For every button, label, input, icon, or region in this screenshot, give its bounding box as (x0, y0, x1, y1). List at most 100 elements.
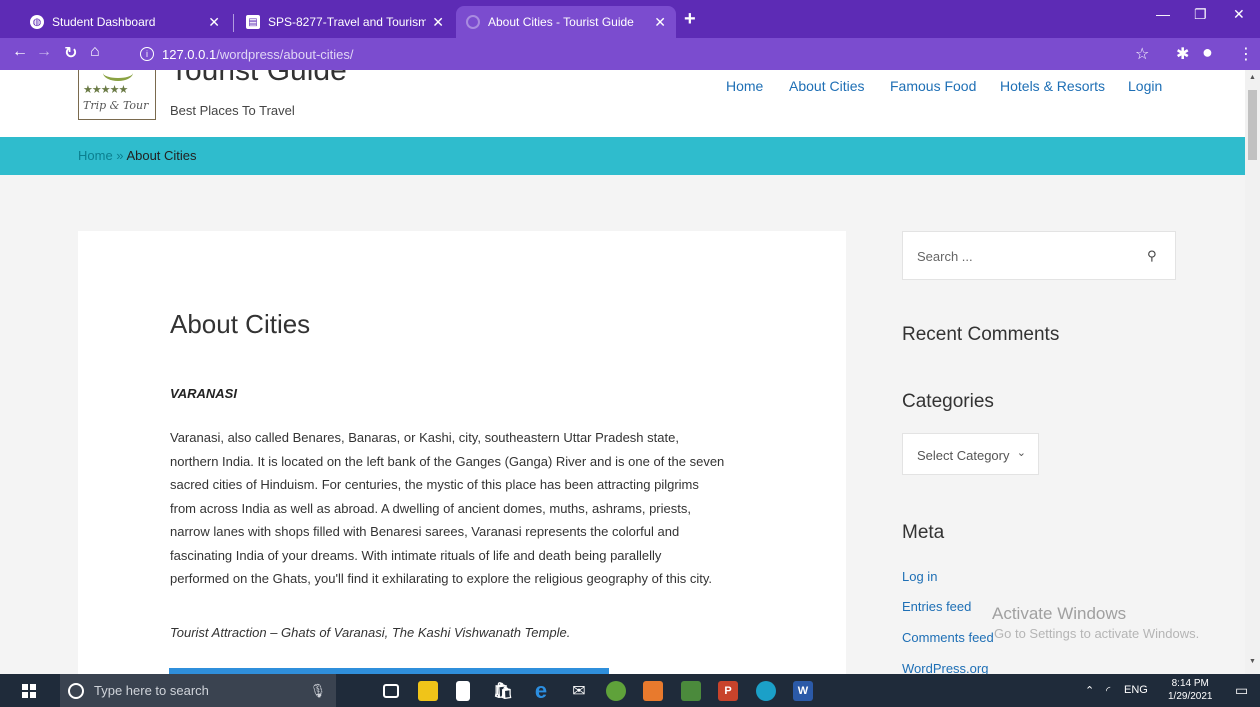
site-header: ★★★★★ Trip & Tour Tourist Guide Best Pla… (0, 70, 1245, 137)
tab-about-cities[interactable]: About Cities - Tourist Guide ✕ (456, 6, 676, 38)
app-icon[interactable] (606, 681, 626, 701)
url-path: /wordpress/about-cities/ (216, 46, 354, 62)
article-card: About Cities VARANASI Varanasi, also cal… (78, 231, 846, 674)
extensions-icon[interactable]: ✱ (1176, 44, 1189, 64)
search-placeholder: Search ... (917, 249, 973, 264)
widget-title-categories: Categories (902, 391, 994, 412)
bookmark-star-icon[interactable]: ☆ (1135, 44, 1149, 64)
minimize-icon[interactable]: — (1156, 6, 1170, 22)
logo-text: Trip & Tour (83, 99, 149, 112)
chevron-up-icon[interactable]: ⌃ (1085, 684, 1094, 697)
edge-icon[interactable] (756, 681, 776, 701)
search-icon[interactable]: ⚲ (1147, 248, 1157, 264)
menu-famous-food[interactable]: Famous Food (890, 78, 976, 94)
info-icon[interactable]: i (140, 47, 154, 61)
word-icon[interactable]: W (793, 681, 813, 701)
body-line: northern India. It is located on the lef… (170, 453, 725, 469)
sidebar-search-input[interactable]: Search ... ⚲ (902, 231, 1176, 280)
forward-icon[interactable]: → (36, 43, 52, 61)
breadcrumb: Home » About Cities (0, 137, 1245, 175)
body-line: sacred cities of Hinduism. For centuries… (170, 477, 699, 492)
cortana-icon (68, 682, 84, 699)
microphone-icon[interactable]: 🎙 (309, 683, 326, 699)
taskbar-search-placeholder: Type here to search (94, 683, 209, 698)
language-indicator[interactable]: ENG (1124, 684, 1148, 696)
network-icon[interactable]: ◜ (1106, 684, 1110, 697)
tab-title: SPS-8277-Travel and Tourism Do (268, 15, 427, 29)
document-icon: ▤ (246, 15, 260, 29)
xampp-icon[interactable] (643, 681, 663, 701)
activate-windows-watermark: Activate Windows (992, 604, 1127, 623)
breadcrumb-home-link[interactable]: Home (78, 148, 113, 163)
url-host: 127.0.0.1 (162, 46, 217, 62)
meta-link-entries-feed[interactable]: Entries feed (902, 599, 971, 614)
mail-icon[interactable]: ✉ (569, 681, 589, 701)
powerpoint-icon[interactable]: P (718, 681, 738, 701)
taskbar-search-input[interactable]: Type here to search 🎙 (60, 674, 336, 707)
globe-icon: ◍ (30, 15, 44, 29)
close-tab-icon[interactable]: ✕ (208, 14, 220, 31)
loading-icon (466, 15, 480, 29)
tab-travel-doc[interactable]: ▤ SPS-8277-Travel and Tourism Do ✕ (236, 6, 454, 38)
widget-title-meta: Meta (902, 522, 945, 543)
page-viewport: ★★★★★ Trip & Tour Tourist Guide Best Pla… (0, 70, 1245, 674)
category-select[interactable]: Select Category ⌄ (902, 433, 1039, 475)
taskbar-clock[interactable]: 8:14 PM 1/29/2021 (1168, 677, 1213, 703)
menu-login[interactable]: Login (1128, 78, 1162, 94)
reload-icon[interactable]: ↻ (64, 43, 77, 63)
menu-home[interactable]: Home (726, 78, 763, 94)
menu-about-cities[interactable]: About Cities (789, 78, 864, 94)
meta-link-log-in[interactable]: Log in (902, 569, 937, 584)
meta-link-wordpress-org[interactable]: WordPress.org (902, 661, 988, 674)
menu-dots-icon[interactable]: ⋮ (1238, 44, 1254, 64)
tourist-attraction-text: Tourist Attraction – Ghats of Varanasi, … (170, 625, 571, 640)
scroll-up-icon[interactable]: ▲ (1249, 74, 1256, 81)
file-explorer-icon[interactable] (418, 681, 438, 701)
site-title[interactable]: Tourist Guide (170, 70, 347, 88)
city-heading: VARANASI (170, 386, 237, 401)
tab-separator (233, 14, 234, 32)
widget-title-recent-comments: Recent Comments (902, 324, 1060, 345)
body-line: Varanasi, also called Benares, Banaras, … (170, 430, 679, 445)
edge-legacy-icon[interactable]: e (531, 678, 551, 703)
body-line: narrow lanes with shops filled with Bena… (170, 524, 680, 539)
clock-date: 1/29/2021 (1168, 691, 1213, 702)
breadcrumb-current: About Cities (126, 148, 197, 163)
close-tab-icon[interactable]: ✕ (432, 14, 444, 31)
restore-icon[interactable]: ❐ (1194, 6, 1207, 23)
vertical-scrollbar[interactable]: ▲ ▼ (1245, 70, 1260, 674)
back-icon[interactable]: ← (12, 43, 28, 61)
tab-title: Student Dashboard (52, 15, 156, 29)
body-line: from across India as well as abroad. A d… (170, 500, 691, 516)
browser-tab-strip: ◍ Student Dashboard ✕ ▤ SPS-8277-Travel … (0, 0, 1260, 38)
site-logo[interactable]: ★★★★★ Trip & Tour (78, 70, 156, 120)
body-line: fascinating India of your dreams. With i… (170, 547, 662, 563)
profile-icon[interactable]: ● (1202, 42, 1213, 63)
url-field[interactable]: i 127.0.0.1 /wordpress/about-cities/ (140, 42, 1180, 66)
lotus-icon (103, 70, 133, 81)
notepad-icon[interactable] (456, 681, 470, 701)
notification-icon[interactable]: ▭ (1235, 682, 1248, 699)
image-app-icon[interactable] (681, 681, 701, 701)
menu-hotels-resorts[interactable]: Hotels & Resorts (1000, 78, 1105, 94)
meta-link-comments-feed[interactable]: Comments feed (902, 630, 994, 645)
scrollbar-thumb[interactable] (1248, 90, 1257, 160)
new-tab-button[interactable]: + (684, 8, 696, 31)
site-tagline: Best Places To Travel (170, 103, 295, 118)
windows-start-icon[interactable] (22, 684, 36, 698)
body-line: performed on the Ghats, you'll find it e… (170, 571, 713, 586)
scroll-down-icon[interactable]: ▼ (1249, 658, 1256, 665)
clock-time: 8:14 PM (1171, 678, 1209, 689)
page-title: About Cities (170, 309, 311, 339)
task-view-icon[interactable] (383, 684, 399, 698)
article-body: Varanasi, also called Benares, Banaras, … (170, 426, 770, 591)
chevron-down-icon: ⌄ (1016, 447, 1026, 459)
close-tab-icon[interactable]: ✕ (654, 14, 666, 31)
close-window-icon[interactable]: ✕ (1233, 6, 1245, 23)
home-icon[interactable]: ⌂ (90, 43, 100, 61)
store-icon[interactable]: 🛍 (493, 681, 513, 701)
windows-taskbar: Type here to search 🎙 🛍 e ✉ P W ⌃ ◜ ENG … (0, 674, 1260, 707)
address-bar: ← → ↻ ⌂ i 127.0.0.1 /wordpress/about-cit… (0, 38, 1260, 70)
tab-student-dashboard[interactable]: ◍ Student Dashboard ✕ (20, 6, 230, 38)
logo-stars: ★★★★★ (83, 84, 128, 96)
